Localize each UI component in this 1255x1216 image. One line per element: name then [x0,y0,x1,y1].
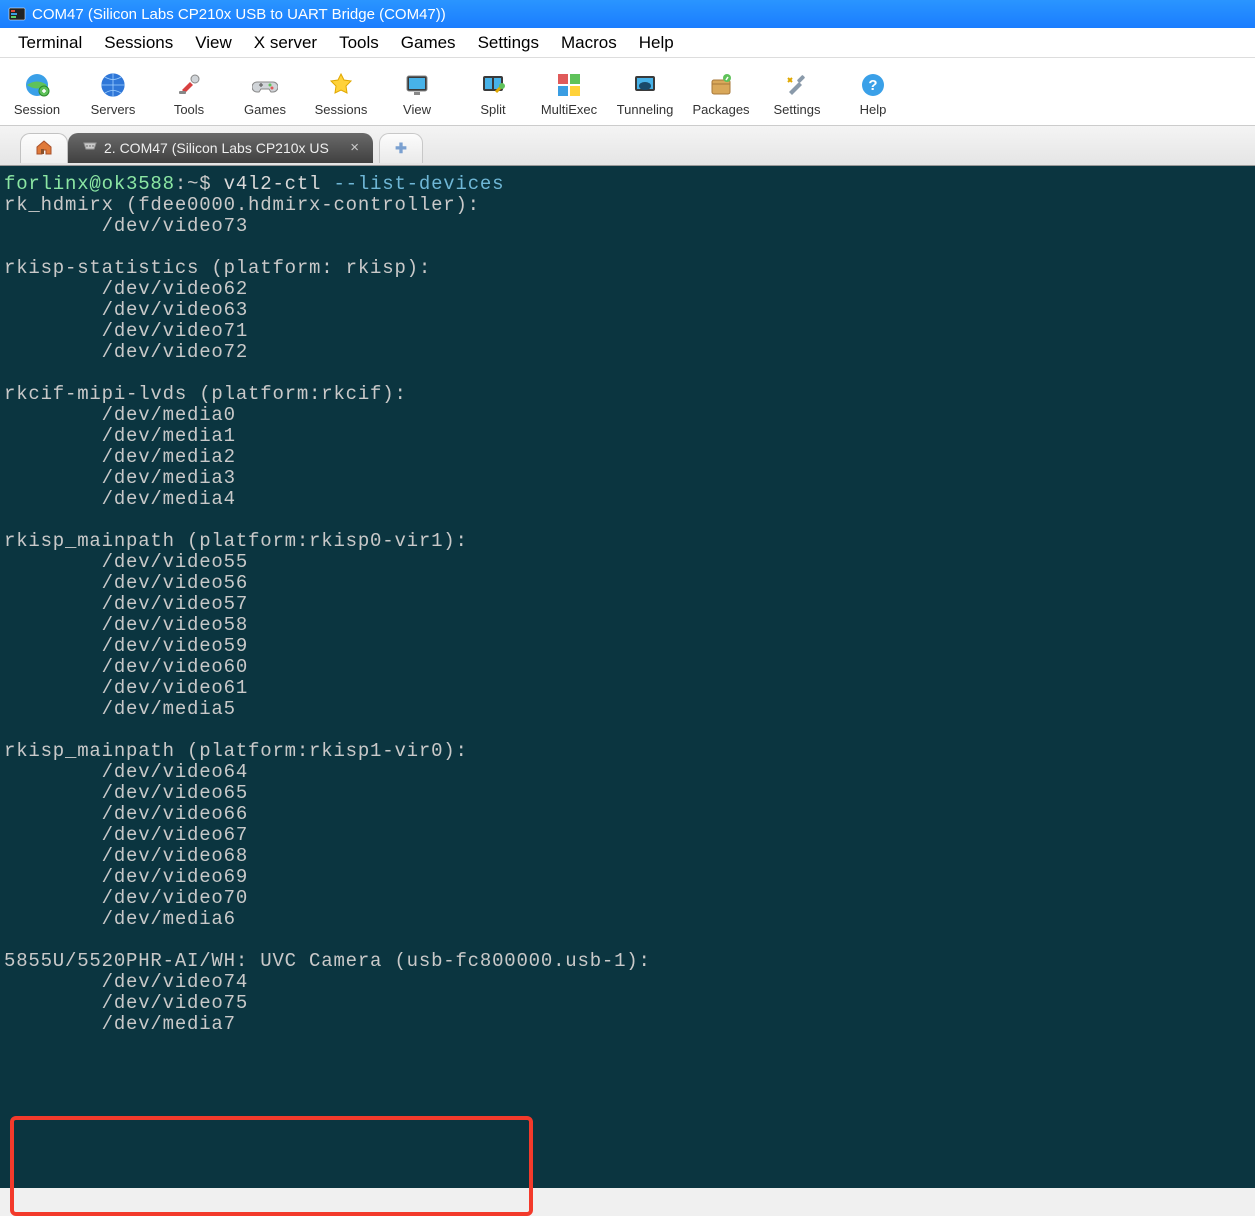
menu-settings[interactable]: Settings [468,29,549,57]
svg-text:?: ? [868,77,877,94]
toolbar-games[interactable]: Games [236,69,294,117]
terminal-command: v4l2-ctl [224,173,334,195]
session-icon [23,71,51,99]
app-icon [8,5,26,23]
close-icon[interactable]: × [350,139,359,156]
window-titlebar: COM47 (Silicon Labs CP210x USB to UART B… [0,0,1255,28]
toolbar-label: MultiExec [541,102,597,117]
toolbar: Session Servers Tools Games Sessions Vie… [0,58,1255,126]
sessions-icon [327,71,355,99]
home-icon [35,138,53,159]
tunneling-icon [631,71,659,99]
toolbar-label: Servers [91,102,136,117]
menubar: Terminal Sessions View X server Tools Ga… [0,28,1255,58]
games-icon [251,71,279,99]
menu-help[interactable]: Help [629,29,684,57]
tab-active[interactable]: 2. COM47 (Silicon Labs CP210x US × [68,133,373,163]
toolbar-label: Games [244,102,286,117]
terminal-command-flag: --list-devices [333,173,504,195]
toolbar-sessions[interactable]: Sessions [312,69,370,117]
serial-port-icon [82,138,98,157]
toolbar-label: Tools [174,102,204,117]
toolbar-tools[interactable]: Tools [160,69,218,117]
toolbar-label: Session [14,102,60,117]
menu-xserver[interactable]: X server [244,29,327,57]
tab-label: 2. COM47 (Silicon Labs CP210x US [104,140,329,156]
toolbar-session[interactable]: Session [8,69,66,117]
toolbar-label: Help [860,102,887,117]
toolbar-label: Split [480,102,505,117]
settings-icon [783,71,811,99]
toolbar-help[interactable]: ? Help [844,69,902,117]
plus-icon: ✚ [395,140,407,157]
tabstrip: 2. COM47 (Silicon Labs CP210x US × ✚ [0,126,1255,166]
tab-home[interactable] [20,133,68,163]
toolbar-label: Tunneling [617,102,674,117]
terminal-output: rk_hdmirx (fdee0000.hdmirx-controller): … [4,194,651,1035]
toolbar-tunneling[interactable]: Tunneling [616,69,674,117]
toolbar-multiexec[interactable]: MultiExec [540,69,598,117]
toolbar-settings[interactable]: Settings [768,69,826,117]
packages-icon [707,71,735,99]
toolbar-servers[interactable]: Servers [84,69,142,117]
toolbar-label: Sessions [315,102,368,117]
menu-tools[interactable]: Tools [329,29,389,57]
terminal[interactable]: forlinx@ok3588:~$ v4l2-ctl --list-device… [0,166,1255,1188]
toolbar-label: Packages [692,102,749,117]
menu-terminal[interactable]: Terminal [8,29,92,57]
menu-view[interactable]: View [185,29,242,57]
prompt-path: :~$ [175,173,224,195]
toolbar-label: Settings [774,102,821,117]
split-icon [479,71,507,99]
help-icon: ? [859,71,887,99]
window-title: COM47 (Silicon Labs CP210x USB to UART B… [32,6,446,23]
toolbar-label: View [403,102,431,117]
menu-games[interactable]: Games [391,29,466,57]
menu-macros[interactable]: Macros [551,29,627,57]
tab-new[interactable]: ✚ [379,133,423,163]
toolbar-packages[interactable]: Packages [692,69,750,117]
multiexec-icon [555,71,583,99]
toolbar-split[interactable]: Split [464,69,522,117]
menu-sessions[interactable]: Sessions [94,29,183,57]
prompt-user: forlinx@ok3588 [4,173,175,195]
view-icon [403,71,431,99]
servers-icon [99,71,127,99]
toolbar-view[interactable]: View [388,69,446,117]
tools-icon [175,71,203,99]
